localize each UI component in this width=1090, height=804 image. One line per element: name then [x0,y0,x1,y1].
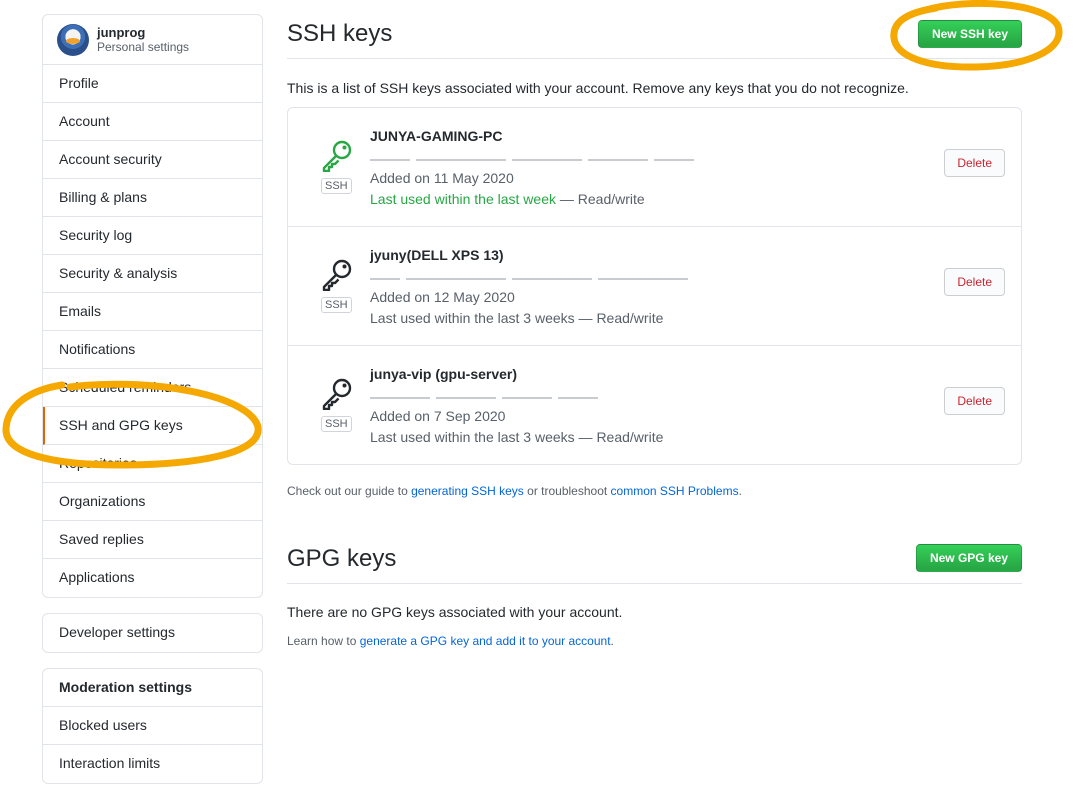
user-header[interactable]: junprog Personal settings [43,15,262,65]
new-gpg-key-button[interactable]: New GPG key [915,544,1022,572]
help-prefix: Learn how to [287,634,360,648]
common-ssh-problems-link[interactable]: common SSH Problems [611,484,739,498]
gpg-help-text: Learn how to generate a GPG key and add … [287,634,614,648]
ssh-intro-text: This is a list of SSH keys associated wi… [287,80,909,96]
ssh-key-title: jyuny(DELL XPS 13) [370,247,504,263]
sidebar-item-repositories[interactable]: Repositories [43,445,262,483]
key-icon [322,378,352,410]
sidebar-item-scheduled-reminders[interactable]: Scheduled reminders [43,369,262,407]
help-suffix: . [610,634,614,648]
ssh-subhead: SSH keys New SSH key [287,12,1022,59]
ssh-key-last-used: Last used within the last 3 weeks — Read… [370,310,663,326]
gpg-empty-text: There are no GPG keys associated with yo… [287,604,623,620]
help-middle: or troubleshoot [523,484,611,498]
help-suffix: . [738,484,742,498]
help-prefix: Check out our guide to [287,484,412,498]
user-subtitle: Personal settings [97,40,190,54]
delete-ssh-key-button[interactable]: Delete [944,387,1005,415]
ssh-key-last-used: Last used within the last 3 weeks — Read… [370,429,663,445]
sidebar-item-notifications[interactable]: Notifications [43,331,262,369]
sidebar-item-security-analysis[interactable]: Security & analysis [43,255,262,293]
sidebar-item-applications[interactable]: Applications [43,559,262,597]
ssh-key-list: SSH JUNYA-GAMING-PC Added on 11 May 2020… [287,107,1022,465]
sidebar-item-billing[interactable]: Billing & plans [43,179,262,217]
ssh-key-added: Added on 12 May 2020 [370,289,515,305]
sidebar-item-emails[interactable]: Emails [43,293,262,331]
moderation-menu: Moderation settings Blocked users Intera… [42,668,263,784]
sidebar-item-ssh-gpg-keys[interactable]: SSH and GPG keys [43,407,262,445]
delete-ssh-key-button[interactable]: Delete [944,149,1005,177]
ssh-keys-title: SSH keys [287,20,393,47]
generating-ssh-keys-link[interactable]: generating SSH keys [411,484,524,498]
moderation-heading: Moderation settings [43,669,262,707]
last-used-access: — Read/write [556,191,645,207]
ssh-key-added: Added on 7 Sep 2020 [370,408,506,424]
last-used-access: Last used within the last 3 weeks — Read… [370,310,664,326]
sidebar-item-blocked-users[interactable]: Blocked users [43,707,262,745]
ssh-badge: SSH [321,178,352,194]
ssh-help-text: Check out our guide to generating SSH ke… [287,484,742,498]
sidebar-item-saved-replies[interactable]: Saved replies [43,521,262,559]
key-icon [322,259,352,291]
new-ssh-key-button[interactable]: New SSH key [917,20,1022,48]
last-used-recent: Last used within the last week [370,191,556,207]
ssh-key-fingerprint [370,151,700,162]
user-login: junprog [97,25,146,40]
settings-menu: junprog Personal settings Profile Accoun… [42,14,263,598]
avatar [57,23,89,56]
ssh-key-title: JUNYA-GAMING-PC [370,128,503,144]
ssh-key-fingerprint [370,389,700,400]
ssh-key-title: junya-vip (gpu-server) [370,366,518,382]
ssh-badge: SSH [321,416,352,432]
gpg-subhead: GPG keys New GPG key [287,537,1022,584]
developer-menu: Developer settings [42,613,263,653]
sidebar-item-interaction-limits[interactable]: Interaction limits [43,745,262,783]
sidebar-item-profile[interactable]: Profile [43,65,262,103]
sidebar-item-developer-settings[interactable]: Developer settings [43,614,262,652]
sidebar-item-account-security[interactable]: Account security [43,141,262,179]
ssh-key-row: SSH JUNYA-GAMING-PC Added on 11 May 2020… [288,108,1021,227]
sidebar-item-security-log[interactable]: Security log [43,217,262,255]
sidebar-item-organizations[interactable]: Organizations [43,483,262,521]
delete-ssh-key-button[interactable]: Delete [944,268,1005,296]
gpg-keys-title: GPG keys [287,545,397,572]
ssh-key-row: SSH junya-vip (gpu-server) Added on 7 Se… [288,346,1021,464]
generate-gpg-key-link[interactable]: generate a GPG key and add it to your ac… [360,634,611,648]
ssh-key-last-used: Last used within the last week — Read/wr… [370,191,645,207]
sidebar-item-account[interactable]: Account [43,103,262,141]
key-icon [322,140,352,172]
ssh-key-row: SSH jyuny(DELL XPS 13) Added on 12 May 2… [288,227,1021,346]
ssh-badge: SSH [321,297,352,313]
ssh-key-fingerprint [370,270,700,281]
last-used-access: Last used within the last 3 weeks — Read… [370,429,664,445]
ssh-key-added: Added on 11 May 2020 [370,170,514,186]
